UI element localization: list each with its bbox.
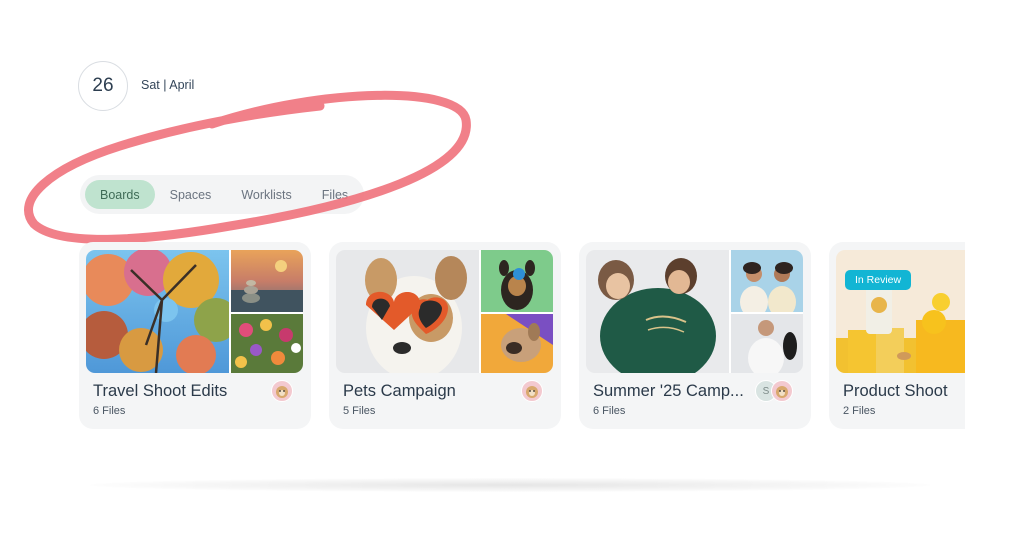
avatar [771, 380, 793, 402]
board-card-travel[interactable]: Travel Shoot Edits 6 Files [79, 242, 311, 429]
tab-spaces[interactable]: Spaces [155, 180, 227, 209]
board-card-product[interactable]: In Review Product Shoot 2 Files [829, 242, 965, 429]
board-thumbnail [336, 250, 553, 373]
board-file-count: 2 Files [843, 405, 876, 417]
panel-shadow [90, 478, 930, 492]
board-card-pets[interactable]: Pets Campaign 5 Files [329, 242, 561, 429]
board-file-count: 5 Files [343, 405, 376, 417]
avatar [271, 380, 293, 402]
tab-files[interactable]: Files [307, 180, 363, 209]
board-file-count: 6 Files [93, 405, 126, 417]
board-members [271, 380, 293, 402]
board-title: Pets Campaign [343, 382, 456, 400]
board-title: Summer '25 Camp... [593, 382, 744, 400]
view-tabs: Boards Spaces Worklists Files [80, 175, 364, 214]
board-members: S [755, 380, 793, 402]
avatar [521, 380, 543, 402]
board-file-count: 6 Files [593, 405, 626, 417]
status-badge: In Review [845, 270, 912, 290]
tab-boards[interactable]: Boards [85, 180, 155, 209]
date-day: 26 [78, 61, 128, 111]
board-thumbnail: In Review [836, 250, 965, 373]
boards-strip: Travel Shoot Edits 6 Files Pets Campaign… [0, 240, 965, 432]
tab-worklists[interactable]: Worklists [226, 180, 306, 209]
board-members [521, 380, 543, 402]
board-title: Travel Shoot Edits [93, 382, 228, 400]
board-card-summer[interactable]: Summer '25 Camp... 6 Files S [579, 242, 811, 429]
date-label: Sat | April [141, 78, 195, 92]
board-title: Product Shoot [843, 382, 948, 400]
board-thumbnail [86, 250, 303, 373]
board-thumbnail [586, 250, 803, 373]
